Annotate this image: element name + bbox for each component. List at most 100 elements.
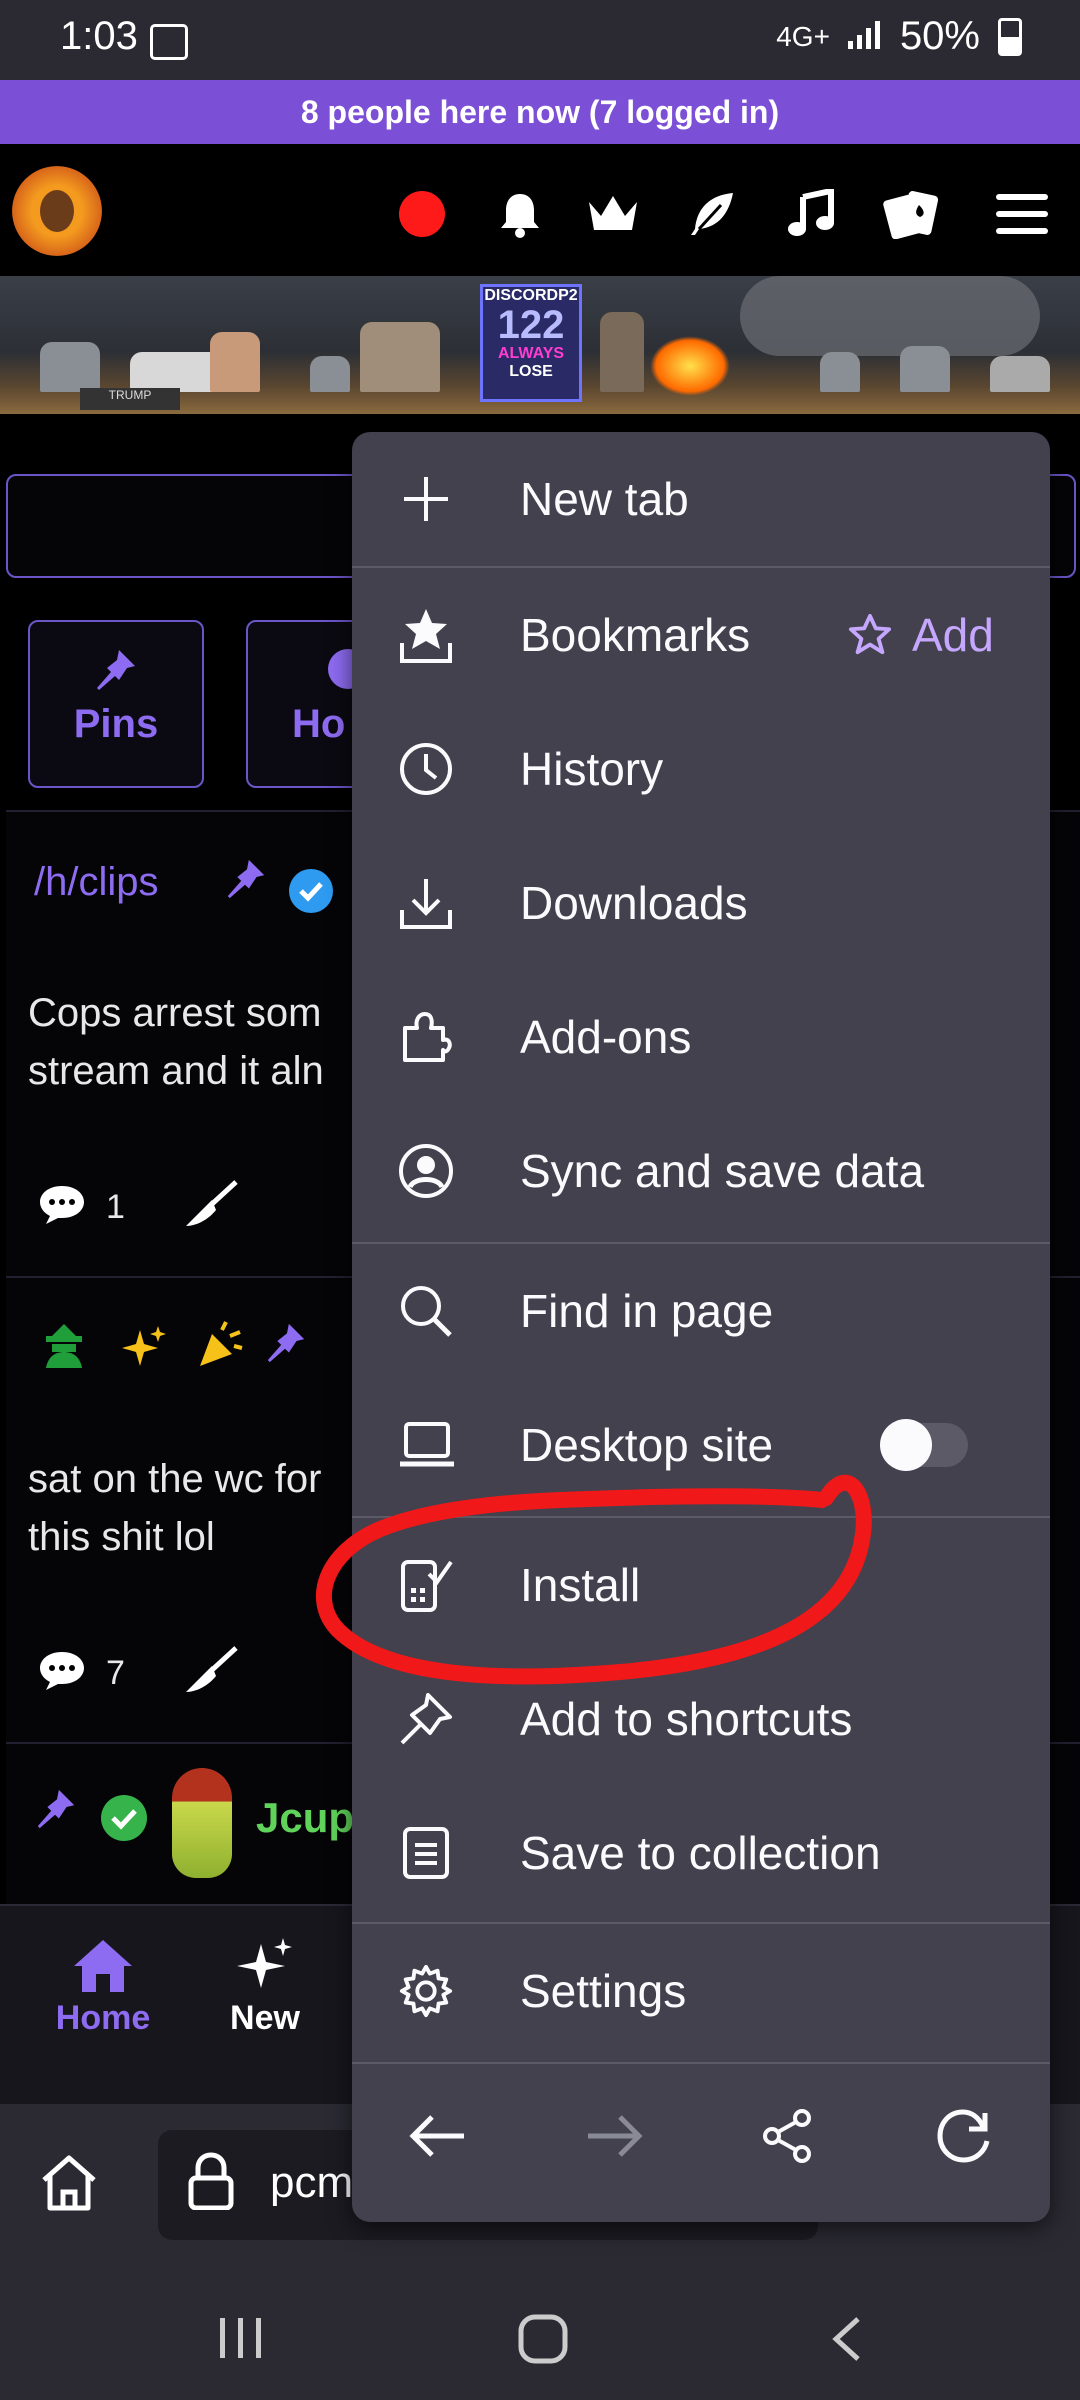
back-arrow-icon[interactable] bbox=[398, 2096, 478, 2176]
cards-icon[interactable] bbox=[882, 184, 942, 244]
home-icon[interactable] bbox=[38, 2154, 100, 2217]
tile-pins-label: Pins bbox=[73, 702, 159, 746]
reload-icon[interactable] bbox=[924, 2096, 1004, 2176]
banner-logo-line2: 122 bbox=[497, 303, 565, 347]
menu-item-install[interactable]: Install bbox=[352, 1518, 1050, 1652]
image-notification-icon bbox=[150, 24, 188, 60]
search-icon bbox=[398, 1283, 454, 1339]
smoke-graphic bbox=[740, 276, 1040, 356]
feather-icon[interactable] bbox=[682, 184, 742, 244]
fire-graphic bbox=[650, 336, 730, 396]
banner-logo: DISCORDP2 122 ALWAYS LOSE bbox=[480, 284, 582, 402]
post-text-line: Cops arrest som bbox=[28, 991, 322, 1035]
comment-icon[interactable] bbox=[38, 1184, 86, 1229]
menu-item-label: New tab bbox=[520, 473, 689, 525]
battery-percent: 50% bbox=[899, 14, 980, 58]
home-button-icon[interactable] bbox=[518, 2314, 568, 2369]
share-icon[interactable] bbox=[748, 2096, 828, 2176]
menu-item-find-in-page[interactable]: Find in page bbox=[352, 1244, 1050, 1378]
menu-item-label: Find in page bbox=[520, 1285, 774, 1337]
menu-item-label: Add-ons bbox=[520, 1011, 692, 1063]
broom-icon[interactable] bbox=[182, 1180, 238, 1233]
menu-item-label: Add to shortcuts bbox=[520, 1693, 853, 1745]
menu-item-sync[interactable]: Sync and save data bbox=[352, 1104, 1050, 1238]
post-text-line: sat on the wc for bbox=[28, 1457, 322, 1501]
clock-icon bbox=[398, 741, 454, 797]
banner-sign: TRUMP bbox=[80, 388, 180, 410]
verified-badge-icon bbox=[100, 1794, 148, 1847]
menu-item-label: Desktop site bbox=[520, 1419, 774, 1471]
post-username[interactable]: Jcup bbox=[256, 1794, 354, 1842]
star-outline-icon bbox=[848, 613, 892, 655]
menu-item-add-to-shortcuts[interactable]: Add to shortcuts bbox=[352, 1652, 1050, 1786]
battery-icon bbox=[998, 17, 1022, 56]
back-icon[interactable] bbox=[830, 2316, 862, 2367]
menu-item-addons[interactable]: Add-ons bbox=[352, 970, 1050, 1104]
bell-icon[interactable] bbox=[490, 184, 550, 244]
post-text-line: stream and it aln bbox=[28, 1049, 324, 1093]
status-right: 4G+ 50% bbox=[776, 14, 1022, 59]
laptop-icon bbox=[398, 1417, 454, 1473]
menu-item-label: Downloads bbox=[520, 877, 748, 929]
nav-home[interactable]: Home bbox=[40, 1936, 166, 2038]
banner-logo-line3: ALWAYS bbox=[497, 345, 565, 362]
collection-icon bbox=[398, 1825, 454, 1881]
status-bar: 1:03 4G+ 50% bbox=[0, 0, 1080, 80]
network-type: 4G+ bbox=[776, 20, 830, 52]
add-bookmark-button[interactable]: Add bbox=[848, 608, 994, 662]
hamburger-menu-icon[interactable] bbox=[992, 184, 1052, 244]
menu-item-save-to-collection[interactable]: Save to collection bbox=[352, 1786, 1050, 1920]
menu-item-label: Save to collection bbox=[520, 1827, 881, 1879]
banner-logo-line4: LOSE bbox=[509, 363, 553, 380]
menu-item-label: History bbox=[520, 743, 664, 795]
pin-icon bbox=[34, 1786, 78, 1835]
site-banner-image: TRUMP DISCORDP2 122 ALWAYS LOSE bbox=[0, 276, 1080, 414]
crown-icon[interactable] bbox=[583, 184, 643, 244]
music-note-icon[interactable] bbox=[780, 184, 840, 244]
nav-home-label: Home bbox=[55, 1999, 151, 2037]
nav-new-label: New bbox=[230, 1999, 300, 2037]
puzzle-icon bbox=[398, 1009, 454, 1065]
forward-arrow-icon[interactable] bbox=[574, 2096, 654, 2176]
pin-outline-icon bbox=[398, 1691, 454, 1747]
signal-icon bbox=[847, 14, 882, 59]
site-header bbox=[0, 144, 1080, 276]
menu-item-label: Sync and save data bbox=[520, 1145, 925, 1197]
menu-item-downloads[interactable]: Downloads bbox=[352, 836, 1050, 970]
record-dot-icon[interactable] bbox=[392, 184, 452, 244]
lock-icon bbox=[188, 2152, 234, 2221]
presence-banner: 8 people here now (7 logged in) bbox=[0, 80, 1080, 144]
tile-pins[interactable]: Pins bbox=[28, 620, 204, 788]
status-time: 1:03 bbox=[60, 14, 138, 58]
toggle-knob bbox=[880, 1419, 932, 1471]
menu-item-settings[interactable]: Settings bbox=[352, 1924, 1050, 2058]
recents-icon[interactable] bbox=[218, 2316, 266, 2365]
broom-icon[interactable] bbox=[182, 1646, 238, 1699]
verified-badge-icon bbox=[288, 868, 334, 919]
post-text: sat on the wc for this shit lol bbox=[28, 1450, 321, 1566]
menu-item-bookmarks[interactable]: Bookmarks Add bbox=[352, 568, 1050, 702]
nav-new[interactable]: New bbox=[210, 1936, 320, 2038]
site-logo[interactable] bbox=[12, 166, 102, 256]
android-nav-bar bbox=[0, 2274, 1080, 2400]
avatar[interactable] bbox=[172, 1768, 232, 1878]
post-text-line: this shit lol bbox=[28, 1515, 215, 1559]
browser-overflow-menu: New tab Bookmarks Add History Downloads … bbox=[352, 432, 1050, 2222]
menu-item-new-tab[interactable]: New tab bbox=[352, 432, 1050, 566]
add-bookmark-label: Add bbox=[912, 609, 994, 661]
url-text: pcm bbox=[270, 2158, 354, 2207]
post-text: Cops arrest som stream and it aln bbox=[28, 984, 324, 1100]
desktop-site-toggle[interactable] bbox=[880, 1419, 968, 1471]
account-icon bbox=[398, 1143, 454, 1199]
menu-item-label: Settings bbox=[520, 1965, 687, 2017]
comment-count: 7 bbox=[106, 1654, 125, 1692]
pin-icon bbox=[224, 856, 268, 905]
menu-item-history[interactable]: History bbox=[352, 702, 1050, 836]
comment-count: 1 bbox=[106, 1188, 125, 1226]
download-icon bbox=[398, 875, 454, 931]
plus-icon bbox=[398, 471, 454, 527]
comment-icon[interactable] bbox=[38, 1650, 86, 1695]
post-sub-link[interactable]: /h/clips bbox=[34, 860, 159, 905]
menu-item-desktop-site[interactable]: Desktop site bbox=[352, 1378, 1050, 1512]
menu-item-label: Bookmarks bbox=[520, 609, 751, 661]
